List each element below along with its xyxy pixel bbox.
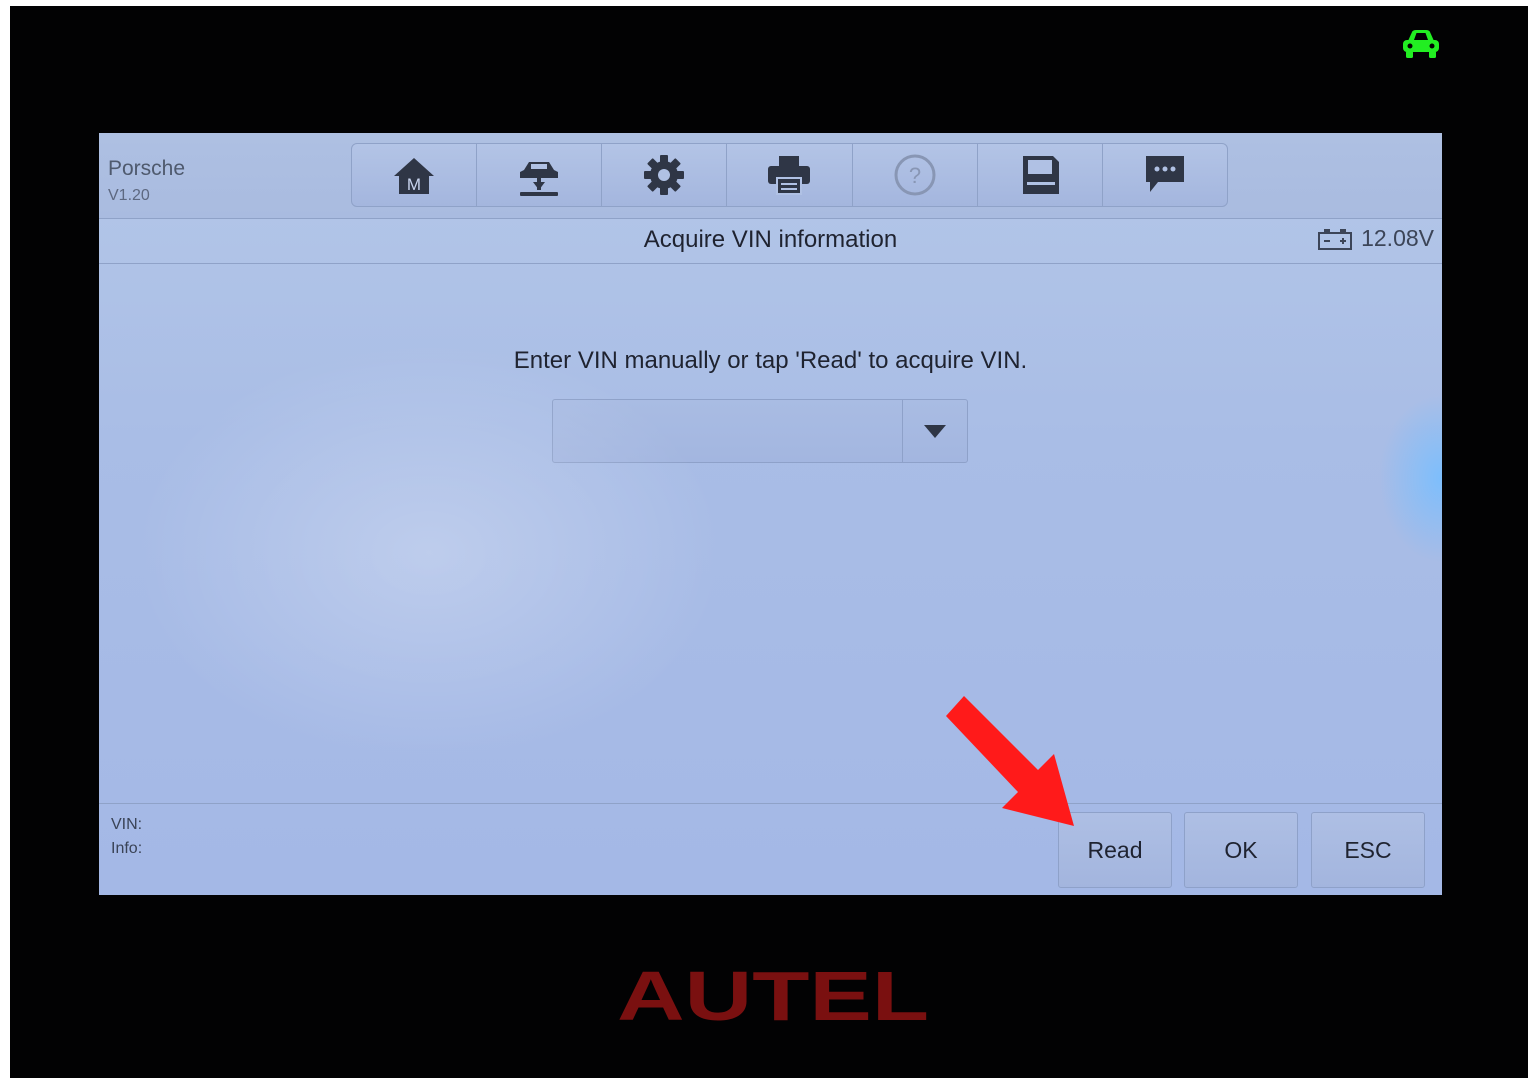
toolbar: M ? bbox=[351, 143, 1228, 207]
feedback-button[interactable] bbox=[1103, 144, 1227, 206]
home-button[interactable]: M bbox=[352, 144, 478, 206]
ok-button[interactable]: OK bbox=[1184, 812, 1298, 888]
vehicle-lift-icon bbox=[520, 162, 559, 196]
gear-icon bbox=[644, 155, 685, 195]
page-title: Acquire VIN information bbox=[643, 226, 898, 253]
info-label: Info: bbox=[111, 840, 143, 857]
svg-text:M: M bbox=[407, 175, 421, 194]
vehicle-lift-button[interactable] bbox=[477, 144, 603, 206]
vehicle-brand: Porsche bbox=[108, 157, 186, 180]
vin-combobox bbox=[552, 399, 968, 463]
battery-icon bbox=[1318, 228, 1353, 250]
vin-label: VIN: bbox=[111, 816, 143, 833]
vin-input[interactable] bbox=[553, 400, 902, 462]
car-status-icon bbox=[1403, 30, 1439, 58]
software-version: V1.20 bbox=[108, 187, 150, 204]
battery-status: 12.08V bbox=[1317, 225, 1434, 252]
vin-dropdown-button[interactable] bbox=[902, 400, 967, 462]
esc-button[interactable]: ESC bbox=[1311, 812, 1425, 888]
home-icon: M bbox=[394, 158, 435, 194]
vin-prompt: Enter VIN manually or tap 'Read' to acqu… bbox=[513, 347, 1028, 374]
svg-text:?: ? bbox=[909, 163, 921, 188]
top-bar: Porsche V1.20 M ? bbox=[99, 133, 1442, 219]
print-button[interactable] bbox=[727, 144, 853, 206]
bottom-bar: VIN: Info: Read OK ESC bbox=[99, 803, 1442, 895]
battery-voltage: 12.08V bbox=[1361, 225, 1434, 251]
save-button[interactable] bbox=[978, 144, 1103, 206]
autel-logo: AUTEL bbox=[617, 964, 929, 1024]
dropdown-arrow-icon bbox=[924, 425, 946, 438]
settings-button[interactable] bbox=[602, 144, 728, 206]
title-bar: Acquire VIN information 12.08V bbox=[99, 219, 1442, 264]
save-icon bbox=[1022, 156, 1059, 194]
help-icon: ? bbox=[894, 154, 936, 196]
tablet-screen: Porsche V1.20 M ? Acquire VIN informatio… bbox=[99, 133, 1442, 895]
message-icon bbox=[1145, 156, 1184, 192]
printer-icon bbox=[768, 156, 811, 195]
svg-text:AUTEL: AUTEL bbox=[617, 964, 929, 1024]
red-arrow-annotation bbox=[946, 696, 1074, 826]
help-button[interactable]: ? bbox=[853, 144, 978, 206]
